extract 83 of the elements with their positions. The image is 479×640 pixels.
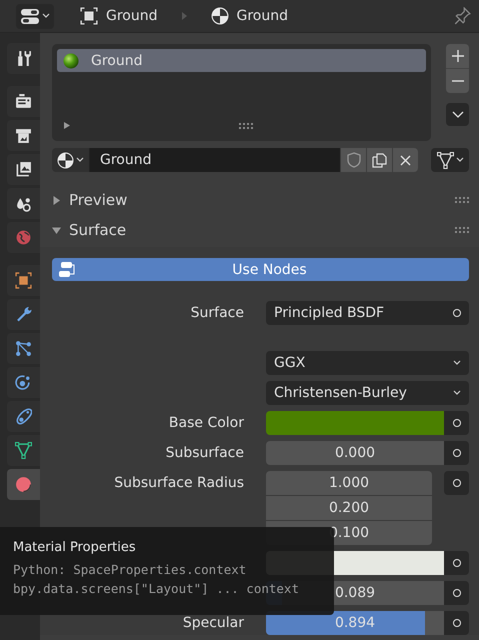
shield-icon [346, 152, 360, 168]
object-name: Ground [106, 8, 158, 24]
material-icon [15, 476, 32, 493]
socket-button[interactable] [444, 611, 469, 635]
caret-icon [453, 390, 461, 396]
tool-icon [15, 50, 32, 67]
color-swatch[interactable] [266, 411, 444, 435]
fake-user-button[interactable] [340, 148, 366, 172]
socket-button[interactable] [444, 411, 469, 435]
modifiers-icon [15, 306, 32, 323]
grip-icon [455, 227, 469, 233]
constraints-icon [15, 408, 32, 425]
mesh-icon [436, 152, 454, 168]
properties-tab[interactable] [7, 435, 40, 466]
scene-icon [15, 195, 32, 212]
use-nodes-button[interactable]: Use Nodes [52, 258, 469, 281]
socket-button[interactable] [444, 471, 469, 495]
property-label: Subsurface Radius [113, 474, 245, 493]
properties-tab[interactable] [7, 299, 40, 330]
caret-icon [456, 157, 464, 163]
properties-tab[interactable] [7, 154, 40, 185]
pin-icon[interactable] [453, 7, 471, 25]
grip-icon[interactable] [238, 122, 252, 128]
link-mode-button[interactable] [431, 148, 469, 172]
physics-icon [15, 374, 32, 391]
socket-button[interactable] [444, 441, 469, 465]
tooltip-python-text: Python: SpaceProperties.context [13, 562, 248, 577]
expand-icon[interactable] [63, 121, 71, 130]
value-slider[interactable]: 0.894 [266, 611, 444, 635]
shader-field[interactable]: Principled BSDF [266, 301, 469, 325]
dropdown[interactable]: Christensen-Burley [266, 381, 469, 405]
number-field[interactable]: 0.200 [266, 496, 432, 520]
copy-icon [372, 152, 387, 168]
data-icon [15, 442, 32, 459]
specials-menu-button[interactable] [446, 103, 469, 126]
material-name-field[interactable]: Ground [90, 148, 340, 172]
caret-icon [76, 157, 84, 163]
particles-icon [15, 340, 32, 357]
sphere-icon [63, 52, 79, 68]
object-icon [80, 7, 98, 25]
toggle-icon [20, 8, 40, 24]
material-name: Ground [236, 8, 288, 24]
material-icon [57, 152, 74, 168]
caret-icon [42, 13, 50, 19]
properties-tab[interactable] [7, 188, 40, 219]
tooltip-title: Material Properties [13, 540, 137, 555]
panel-title[interactable]: Preview [69, 191, 128, 209]
property-label: Subsurface [164, 444, 245, 463]
browse-material-button[interactable] [52, 148, 90, 172]
material-icon [210, 7, 228, 25]
properties-tab[interactable] [7, 265, 40, 296]
expand-icon[interactable] [52, 196, 61, 204]
close-button[interactable] [392, 148, 418, 172]
property-label: Specular [182, 614, 245, 633]
output-icon [15, 127, 32, 144]
duplicate-button[interactable] [366, 148, 392, 172]
panel-title[interactable]: Surface [69, 221, 126, 239]
plus-icon [452, 50, 464, 62]
number-field[interactable]: 1.000 [266, 471, 432, 495]
nodes-icon [58, 260, 76, 278]
caret-icon [453, 360, 461, 366]
socket-button[interactable] [444, 581, 469, 605]
properties-tab[interactable] [7, 120, 40, 151]
view-layer-icon [15, 161, 32, 178]
dropdown[interactable]: GGX [266, 351, 469, 375]
editor-type-button[interactable] [16, 4, 54, 28]
close-icon [400, 154, 411, 166]
grip-icon [455, 197, 469, 203]
socket-button[interactable] [444, 551, 469, 575]
render-icon [15, 93, 32, 110]
world-icon [15, 229, 32, 246]
material-slot[interactable]: Ground [57, 49, 426, 72]
properties-tab[interactable] [7, 86, 40, 117]
value-slider[interactable]: 0.000 [266, 441, 444, 465]
property-label: Surface [190, 304, 245, 323]
property-label: Base Color [168, 414, 245, 433]
properties-tab[interactable] [7, 367, 40, 398]
properties-tab[interactable] [7, 401, 40, 432]
properties-tab[interactable] [7, 43, 40, 74]
object-icon [15, 272, 32, 289]
properties-tab[interactable] [7, 333, 40, 364]
collapse-icon[interactable] [52, 226, 61, 234]
chevron-icon [452, 110, 464, 118]
